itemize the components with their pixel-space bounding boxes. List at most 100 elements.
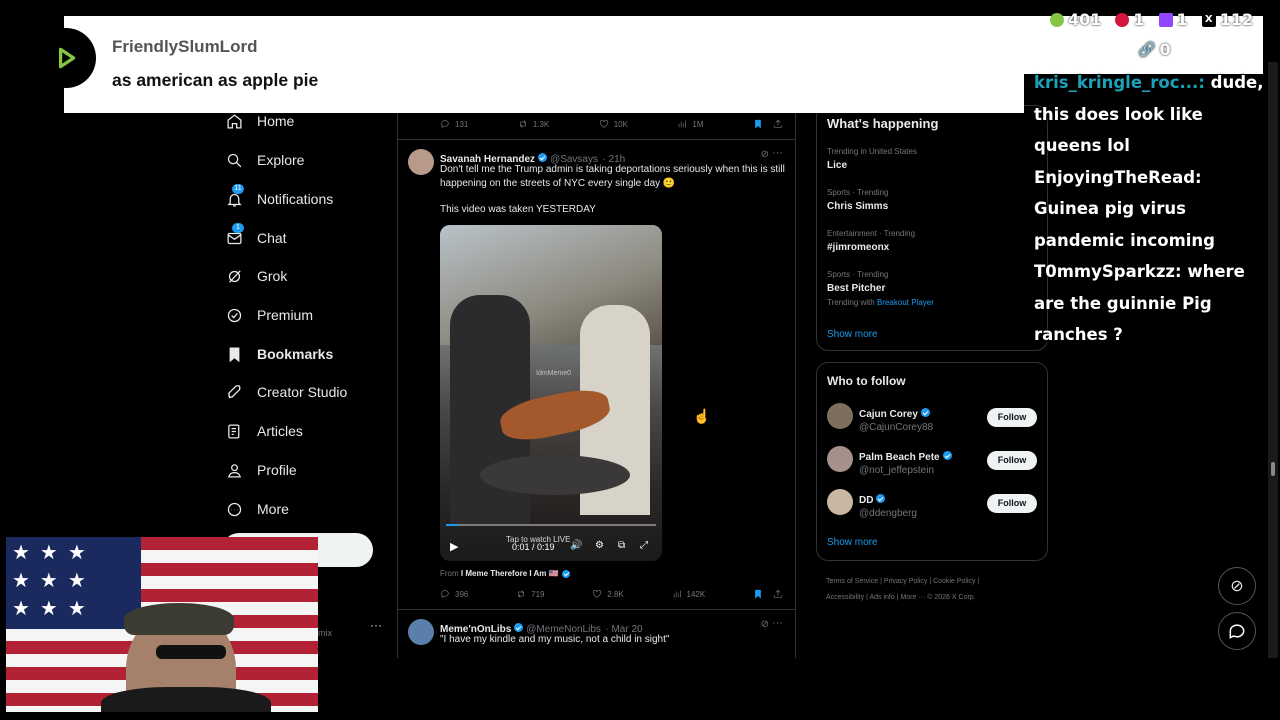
- show-more-link[interactable]: Show more: [827, 329, 878, 340]
- highlight-message: as american as apple pie: [112, 70, 319, 90]
- trend-link[interactable]: Breakout Player: [877, 298, 934, 307]
- share-icon[interactable]: [773, 589, 783, 599]
- nav-notifications[interactable]: 11 Notifications: [225, 184, 333, 210]
- footer-line[interactable]: Accessibility | Ads info | More ··· © 20…: [826, 590, 1046, 606]
- follow-suggestion[interactable]: Palm Beach Pete @not_jeffepstein Follow: [817, 446, 1047, 476]
- trend-item[interactable]: Sports · Trending Best Pitcher Trending w…: [827, 270, 934, 307]
- from-source[interactable]: I Meme Therefore I Am 🇺🇸: [461, 569, 559, 578]
- nav-home[interactable]: Home: [225, 110, 294, 132]
- more-options-icon[interactable]: ···: [772, 617, 783, 629]
- bookmark-filled-icon[interactable]: [753, 119, 763, 129]
- reply-icon: [441, 120, 449, 128]
- chat-badge: 1: [232, 223, 244, 233]
- highlight-username: FriendlySlumLord: [112, 37, 258, 56]
- nav-grok-label: Grok: [257, 268, 288, 284]
- more-options-icon[interactable]: ···: [772, 147, 783, 159]
- grok-icon[interactable]: ⊘: [761, 149, 769, 160]
- footer-line[interactable]: Terms of Service | Privacy Policy | Cook…: [826, 574, 1046, 590]
- nav-explore-label: Explore: [257, 152, 305, 168]
- rocket-icon: [225, 383, 243, 401]
- footer-links[interactable]: Terms of Service | Privacy Policy | Cook…: [826, 574, 1046, 606]
- chat-message: T0mmySparkzz: where are the guinnie Pig …: [1034, 256, 1270, 351]
- chat-username: T0mmySparkzz:: [1034, 262, 1182, 281]
- live-viewers: 1: [1115, 10, 1145, 29]
- avatar: [827, 446, 853, 472]
- follow-button[interactable]: Follow: [987, 451, 1037, 470]
- chat-username: EnjoyingTheRead:: [1034, 167, 1202, 187]
- like-button[interactable]: 2.8K: [592, 589, 624, 599]
- views-button[interactable]: 142K: [672, 589, 705, 599]
- repost-button[interactable]: 1.3K: [518, 119, 549, 129]
- follow-button[interactable]: Follow: [987, 494, 1037, 513]
- tweet-actions: 396 719 2.8K 142K: [440, 589, 783, 599]
- account-handle-fragment: mix: [318, 628, 332, 638]
- reply-button[interactable]: 396: [440, 589, 468, 599]
- share-icon[interactable]: [773, 119, 783, 129]
- divider: [398, 609, 795, 610]
- video-grill: [480, 455, 630, 495]
- video-source: From I Meme Therefore I Am 🇺🇸: [440, 569, 573, 578]
- follow-suggestion[interactable]: Cajun Corey @CajunCorey88 Follow: [817, 403, 1047, 433]
- grok-icon[interactable]: ⊘: [761, 619, 769, 630]
- trend-item[interactable]: Sports · Trending Chris Simms: [827, 188, 888, 212]
- webcam-feed: ★★★ ★★★ ★★★: [6, 537, 318, 712]
- rumble-icon: [1050, 12, 1064, 27]
- repost-icon: [519, 120, 526, 128]
- message-icon: [1229, 624, 1245, 639]
- notifications-badge: 11: [232, 184, 244, 194]
- streamer-sunglasses: [156, 645, 226, 659]
- grok-float-button[interactable]: ⊘: [1218, 567, 1256, 605]
- who-to-follow-panel: Who to follow Cajun Corey @CajunCorey88 F…: [816, 362, 1048, 561]
- streamer-shirt: [101, 687, 271, 712]
- volume-icon[interactable]: 🔊: [570, 540, 582, 551]
- nav-chat[interactable]: 1 Chat: [225, 223, 287, 249]
- account-menu-icon[interactable]: ···: [370, 618, 382, 632]
- rumble-logo-icon: [36, 28, 96, 88]
- follow-button[interactable]: Follow: [987, 408, 1037, 427]
- nav-explore[interactable]: Explore: [225, 149, 304, 171]
- nav-premium[interactable]: Premium: [225, 304, 313, 326]
- nav-articles[interactable]: Articles: [225, 420, 303, 442]
- from-label: From: [440, 569, 459, 578]
- prev-tweet-actions: 131 1.3K 10K 1M: [440, 119, 783, 129]
- chat-text: Guinea pig virus pandemic incoming: [1034, 199, 1215, 250]
- home-icon: [225, 112, 243, 130]
- chat-overlay: kris_kringle_roc...: dude, this does loo…: [1034, 67, 1270, 351]
- play-icon[interactable]: ▶: [450, 540, 458, 553]
- show-more-link[interactable]: Show more: [827, 537, 878, 548]
- live-icon: [1115, 12, 1130, 27]
- fullscreen-icon[interactable]: ⤢: [640, 540, 648, 551]
- avatar[interactable]: [408, 149, 434, 175]
- trend-item[interactable]: Trending in United States Lice: [827, 147, 917, 171]
- nav-bookmarks[interactable]: Bookmarks: [225, 343, 333, 365]
- avatar[interactable]: [408, 619, 434, 645]
- follow-suggestion[interactable]: DD @ddengberg Follow: [817, 489, 1047, 519]
- bookmark-filled-icon[interactable]: [753, 589, 763, 599]
- nav-more[interactable]: More: [225, 498, 289, 520]
- more-icon: [225, 500, 243, 518]
- reply-button[interactable]: 131: [440, 119, 468, 129]
- divider: [398, 139, 795, 140]
- nav-creator-studio-label: Creator Studio: [257, 384, 348, 400]
- verified-icon: [514, 623, 524, 633]
- video-progress[interactable]: [446, 524, 656, 526]
- views-button[interactable]: 1M: [677, 119, 704, 129]
- nav-profile[interactable]: Profile: [225, 459, 297, 481]
- like-button[interactable]: 10K: [599, 119, 628, 129]
- chat-float-button[interactable]: [1218, 612, 1256, 650]
- premium-icon: [225, 306, 243, 324]
- nav-more-label: More: [257, 501, 289, 517]
- pip-icon[interactable]: ⧉: [618, 540, 625, 551]
- tweet-text: Don't tell me the Trump admin is taking …: [440, 164, 785, 189]
- nav-grok[interactable]: Grok: [225, 265, 287, 287]
- article-icon: [225, 422, 243, 440]
- nav-bookmarks-label: Bookmarks: [257, 346, 334, 362]
- tweet-video[interactable]: IdmMeme0 Tap to watch LIVE ▶ 0:01 / 0:19…: [440, 225, 662, 561]
- settings-icon[interactable]: ⚙: [595, 540, 604, 551]
- avatar: [827, 403, 853, 429]
- nav-creator-studio[interactable]: Creator Studio: [225, 381, 347, 403]
- repost-button[interactable]: 719: [516, 589, 545, 599]
- x-icon: X: [1201, 12, 1216, 27]
- trend-item[interactable]: Entertainment · Trending #jimromeonx: [827, 229, 915, 253]
- verified-icon: [942, 451, 952, 461]
